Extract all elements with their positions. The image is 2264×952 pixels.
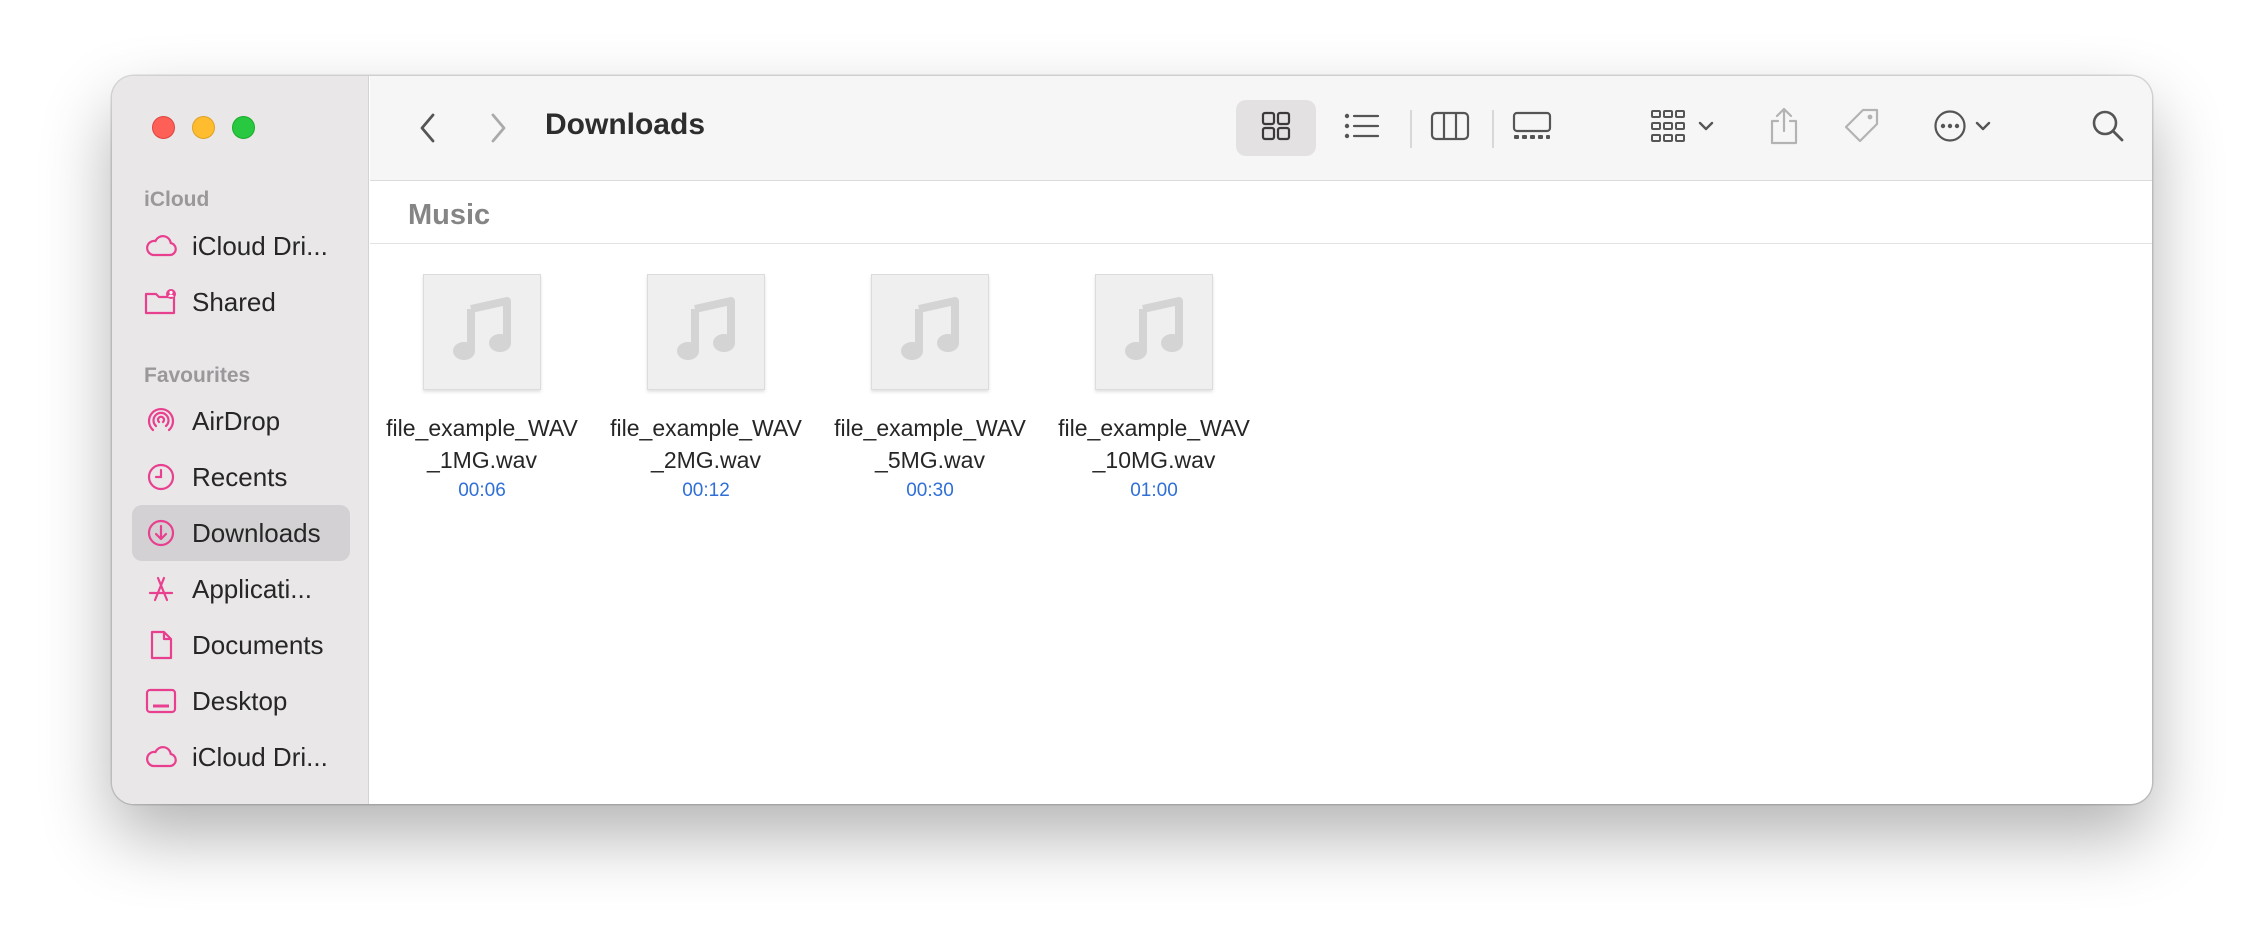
file-duration: 00:06 [458, 480, 506, 501]
file-item[interactable]: file_example_WAV _5MG.wav 00:30 [818, 274, 1042, 504]
music-note-icon [451, 296, 513, 368]
clock-icon [144, 460, 178, 494]
file-name: file_example_WAV _2MG.wav [610, 412, 802, 476]
sidebar-item-desktop[interactable]: Desktop [132, 673, 350, 729]
download-icon [144, 516, 178, 550]
toolbar-divider [1410, 110, 1412, 148]
more-actions-icon [1933, 109, 1967, 148]
icon-view-icon [1260, 110, 1292, 147]
sidebar-item-label: Applicati... [192, 573, 312, 604]
cloud-icon [144, 229, 178, 263]
file-name-line: file_example_WAV [610, 415, 802, 441]
sidebar-item-icloud-drive-2[interactable]: iCloud Dri... [132, 729, 350, 785]
sidebar-section-favourites: Favourites [144, 364, 251, 387]
tag-icon [1843, 107, 1881, 150]
sidebar-item-applications[interactable]: Applicati... [132, 561, 350, 617]
music-note-icon [1123, 296, 1185, 368]
file-item[interactable]: file_example_WAV _2MG.wav 00:12 [594, 274, 818, 504]
search-button[interactable] [2080, 100, 2136, 156]
share-button[interactable] [1756, 100, 1812, 156]
file-name-line: file_example_WAV [834, 415, 1026, 441]
close-window-button[interactable] [152, 116, 175, 139]
window-controls [152, 116, 255, 139]
more-actions-button[interactable] [1920, 100, 2004, 156]
sidebar-item-documents[interactable]: Documents [132, 617, 350, 673]
cloud-icon [144, 740, 178, 774]
chevron-down-icon [1975, 119, 1991, 137]
window-title: Downloads [545, 108, 706, 141]
sidebar-item-label: Recents [192, 461, 288, 492]
toolbar-divider [1492, 110, 1494, 148]
sidebar: iCloud iCloud Dri... Shared Favourites A… [112, 76, 369, 804]
file-thumbnail [647, 274, 765, 390]
file-thumbnail [1095, 274, 1213, 390]
toolbar: Downloads [370, 76, 2152, 181]
chevron-right-icon [488, 112, 508, 149]
column-view-icon [1430, 111, 1470, 146]
forward-button[interactable] [478, 110, 518, 150]
file-name-line: file_example_WAV [1058, 415, 1250, 441]
sidebar-item-label: Desktop [192, 685, 288, 716]
back-button[interactable] [408, 110, 448, 150]
file-thumbnail [423, 274, 541, 390]
file-name: file_example_WAV _5MG.wav [834, 412, 1026, 476]
file-duration: 01:00 [1130, 480, 1178, 501]
file-duration: 00:12 [682, 480, 730, 501]
group-title: Music [408, 199, 491, 231]
file-name: file_example_WAV _1MG.wav [386, 412, 578, 476]
shared-folder-icon [144, 285, 178, 319]
zoom-window-button[interactable] [232, 116, 255, 139]
file-name-line: _1MG.wav [427, 447, 537, 473]
sidebar-item-label: iCloud Dri... [192, 230, 328, 261]
gallery-view-button[interactable] [1502, 100, 1562, 156]
music-note-icon [899, 296, 961, 368]
sidebar-item-airdrop[interactable]: AirDrop [132, 393, 350, 449]
group-header: Music [370, 182, 2152, 244]
file-duration: 00:30 [906, 480, 954, 501]
group-by-button[interactable] [1640, 100, 1724, 156]
desktop-icon [144, 684, 178, 718]
finder-window: iCloud iCloud Dri... Shared Favourites A… [112, 76, 2152, 804]
applications-icon [144, 572, 178, 606]
file-name-line: _10MG.wav [1092, 447, 1216, 473]
music-note-icon [675, 296, 737, 368]
file-name-line: file_example_WAV [386, 415, 578, 441]
file-name: file_example_WAV _10MG.wav [1058, 412, 1250, 476]
sidebar-item-recents[interactable]: Recents [132, 449, 350, 505]
file-thumbnail [871, 274, 989, 390]
gallery-view-icon [1512, 111, 1552, 146]
sidebar-item-label: Downloads [192, 517, 321, 548]
list-view-button[interactable] [1332, 100, 1392, 156]
sidebar-item-label: Shared [192, 286, 276, 317]
sidebar-section-icloud: iCloud [144, 188, 210, 211]
search-icon [2091, 109, 2125, 148]
file-item[interactable]: file_example_WAV _10MG.wav 01:00 [1042, 274, 1266, 504]
file-browser: Music file_example_WAV _1MG.wav 00:06 fi… [370, 182, 2152, 804]
chevron-left-icon [418, 112, 438, 149]
file-item[interactable]: file_example_WAV _1MG.wav 00:06 [370, 274, 594, 504]
file-name-line: _5MG.wav [875, 447, 985, 473]
icon-view-button[interactable] [1236, 100, 1316, 156]
file-name-line: _2MG.wav [651, 447, 761, 473]
sidebar-item-label: Documents [192, 629, 324, 660]
list-view-icon [1344, 112, 1380, 145]
group-by-icon [1650, 109, 1690, 148]
column-view-button[interactable] [1420, 100, 1480, 156]
sidebar-item-icloud-drive[interactable]: iCloud Dri... [132, 218, 350, 274]
sidebar-item-label: AirDrop [192, 405, 281, 436]
tag-button[interactable] [1834, 100, 1890, 156]
sidebar-item-downloads[interactable]: Downloads [132, 505, 350, 561]
document-icon [144, 628, 178, 662]
share-icon [1768, 107, 1800, 150]
minimize-window-button[interactable] [192, 116, 215, 139]
sidebar-item-label: iCloud Dri... [192, 741, 328, 772]
chevron-down-icon [1698, 119, 1714, 137]
sidebar-item-shared[interactable]: Shared [132, 274, 350, 330]
airdrop-icon [144, 404, 178, 438]
